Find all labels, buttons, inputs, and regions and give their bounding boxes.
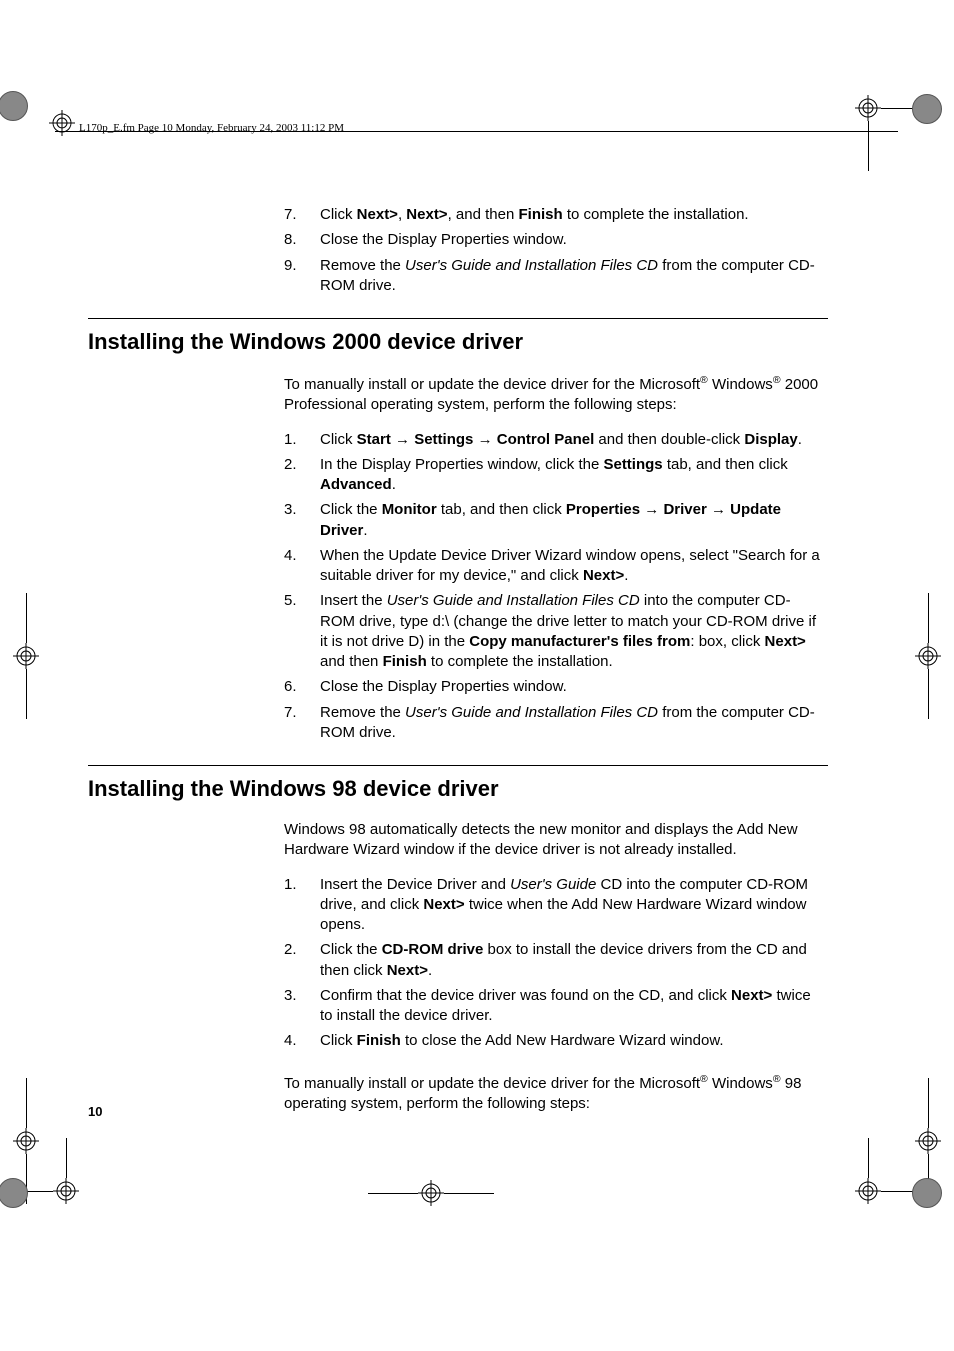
list-item-number: 3. <box>284 500 320 541</box>
list-item-number: 6. <box>284 677 320 697</box>
list-item: 3.Confirm that the device driver was fou… <box>284 986 824 1027</box>
section-heading-win98: Installing the Windows 98 device driver <box>88 776 828 802</box>
list-item-number: 1. <box>284 430 320 450</box>
header-rule <box>55 131 898 132</box>
list-item-number: 3. <box>284 986 320 1027</box>
list-item-body: Remove the User's Guide and Installation… <box>320 256 824 297</box>
section-outro: To manually install or update the device… <box>284 1072 824 1115</box>
gray-dot-icon <box>0 91 28 121</box>
list-item-body: Close the Display Properties window. <box>320 677 824 697</box>
list-item: 5.Insert the User's Guide and Installati… <box>284 591 824 672</box>
registration-mark-icon <box>915 1128 941 1159</box>
list-item: 7.Click Next>, Next>, and then Finish to… <box>284 205 824 225</box>
registration-mark-icon <box>53 1178 79 1209</box>
list-item: 3.Click the Monitor tab, and then click … <box>284 500 824 541</box>
gray-dot-icon <box>0 1178 28 1208</box>
list-item: 9.Remove the User's Guide and Installati… <box>284 256 824 297</box>
list-item-number: 4. <box>284 546 320 587</box>
registration-mark-icon <box>855 95 881 126</box>
section-intro: Windows 98 automatically detects the new… <box>284 820 824 861</box>
list-item-number: 2. <box>284 940 320 981</box>
list-item-body: In the Display Properties window, click … <box>320 455 824 496</box>
list-item-number: 8. <box>284 230 320 250</box>
registration-mark-icon <box>13 1128 39 1159</box>
list-item-number: 5. <box>284 591 320 672</box>
list-item-body: Click the Monitor tab, and then click Pr… <box>320 500 824 541</box>
registration-mark-icon <box>855 1178 881 1209</box>
list-item-number: 2. <box>284 455 320 496</box>
list-item-body: Click Next>, Next>, and then Finish to c… <box>320 205 824 225</box>
list-item: 8.Close the Display Properties window. <box>284 230 824 250</box>
list-item-number: 7. <box>284 205 320 225</box>
registration-mark-icon <box>915 643 941 674</box>
list-item-body: Click Finish to close the Add New Hardwa… <box>320 1031 824 1051</box>
list-section-c: 1.Insert the Device Driver and User's Gu… <box>284 875 824 1052</box>
list-section-a: 7.Click Next>, Next>, and then Finish to… <box>284 205 824 296</box>
list-item: 2.In the Display Properties window, clic… <box>284 455 824 496</box>
list-item: 1.Click Start → Settings → Control Panel… <box>284 430 824 450</box>
list-item-number: 9. <box>284 256 320 297</box>
section-rule <box>88 318 828 319</box>
list-item-body: Insert the Device Driver and User's Guid… <box>320 875 824 936</box>
frame-header-text: L170p_E.fm Page 10 Monday, February 24, … <box>79 122 344 134</box>
list-item-number: 4. <box>284 1031 320 1051</box>
registration-mark-icon <box>13 643 39 674</box>
list-item-body: Click the CD-ROM drive box to install th… <box>320 940 824 981</box>
section-intro: To manually install or update the device… <box>284 373 824 416</box>
list-item-body: When the Update Device Driver Wizard win… <box>320 546 824 587</box>
list-item: 1.Insert the Device Driver and User's Gu… <box>284 875 824 936</box>
list-item: 2.Click the CD-ROM drive box to install … <box>284 940 824 981</box>
list-item: 4.When the Update Device Driver Wizard w… <box>284 546 824 587</box>
registration-mark-icon <box>418 1180 444 1211</box>
list-item: 6.Close the Display Properties window. <box>284 677 824 697</box>
list-item-number: 7. <box>284 703 320 744</box>
list-item-body: Click Start → Settings → Control Panel a… <box>320 430 824 450</box>
list-item: 4.Click Finish to close the Add New Hard… <box>284 1031 824 1051</box>
section-heading-win2000: Installing the Windows 2000 device drive… <box>88 329 828 355</box>
list-item-body: Close the Display Properties window. <box>320 230 824 250</box>
gray-dot-icon <box>912 1178 942 1208</box>
list-item-body: Confirm that the device driver was found… <box>320 986 824 1027</box>
list-item-body: Remove the User's Guide and Installation… <box>320 703 824 744</box>
registration-mark-icon <box>49 110 75 141</box>
page-number: 10 <box>88 1104 102 1119</box>
list-item: 7.Remove the User's Guide and Installati… <box>284 703 824 744</box>
gray-dot-icon <box>912 94 942 124</box>
list-item-number: 1. <box>284 875 320 936</box>
list-section-b: 1.Click Start → Settings → Control Panel… <box>284 430 824 744</box>
list-item-body: Insert the User's Guide and Installation… <box>320 591 824 672</box>
page-content: 7.Click Next>, Next>, and then Finish to… <box>88 205 828 1128</box>
section-rule <box>88 765 828 766</box>
